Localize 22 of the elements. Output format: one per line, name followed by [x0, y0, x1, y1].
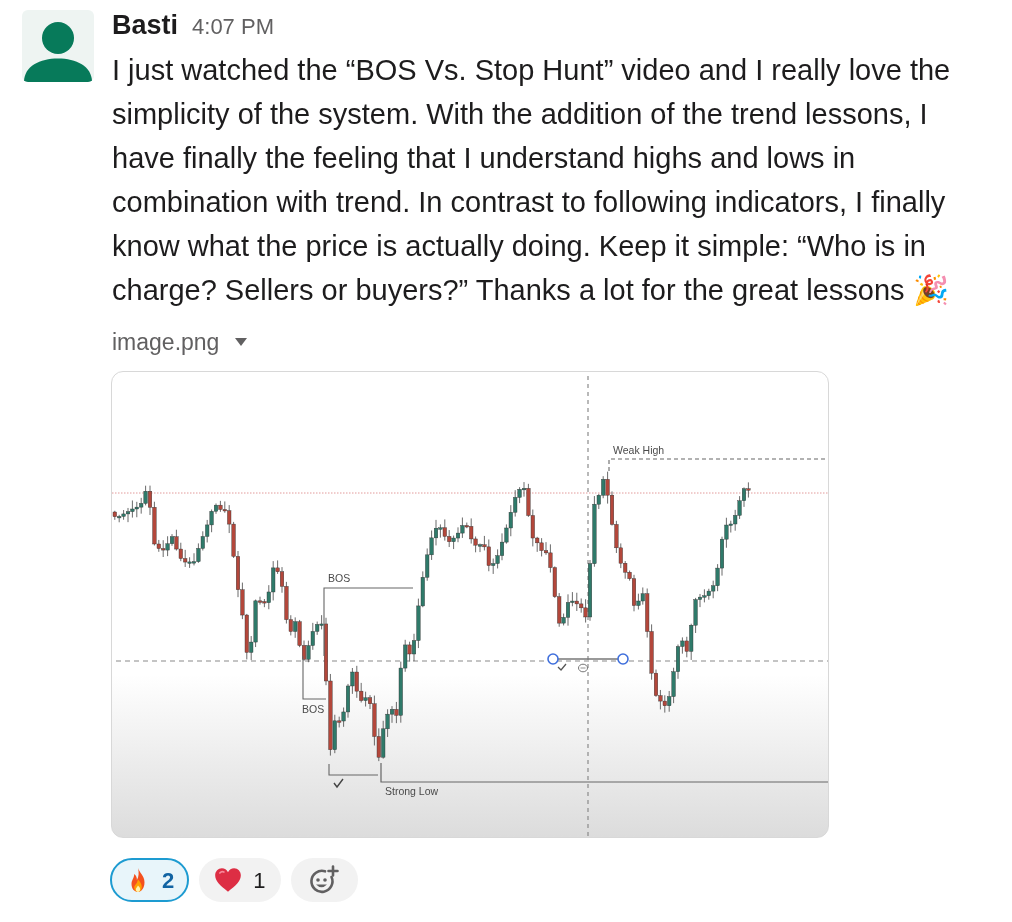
- author-name[interactable]: Basti: [112, 10, 179, 40]
- file-name[interactable]: image.png: [112, 328, 220, 356]
- user-avatar-icon[interactable]: [22, 10, 94, 82]
- add-reaction-button[interactable]: [290, 858, 358, 902]
- drawn-line: [557, 658, 619, 660]
- add-emoji-icon: [308, 865, 340, 895]
- chart-label: BOS: [302, 703, 325, 715]
- handle-icon: [547, 653, 559, 665]
- chart-label: Strong Low: [385, 785, 439, 797]
- circle-icon: [578, 663, 588, 673]
- check-icon: [557, 663, 567, 671]
- reaction-button[interactable]: 2: [110, 858, 190, 902]
- message-text: I just watched the “BOS Vs. Stop Hunt” video and I really love the simplicity of the system. With the addition of the trend lessons, I have finally the feeling that I understand highs and lows in combination with trend. In contrast to following indicators, I finally know what the price is actually doing. Keep it simple: “Who is in charge? Sellers or buyers?” Thanks a lot for the great lessons 🎉: [112, 53, 952, 308]
- low-bracket-line: [328, 763, 379, 776]
- chart-label: Weak High: [613, 444, 665, 456]
- check-icon: [333, 778, 344, 789]
- chart-label: BOS: [328, 572, 351, 584]
- handle-icon: [617, 653, 629, 665]
- reaction-button[interactable]: 1: [199, 858, 281, 902]
- caret-icon[interactable]: [235, 338, 248, 346]
- heart-icon: [214, 867, 243, 893]
- message-time[interactable]: 4:07 PM: [192, 12, 274, 42]
